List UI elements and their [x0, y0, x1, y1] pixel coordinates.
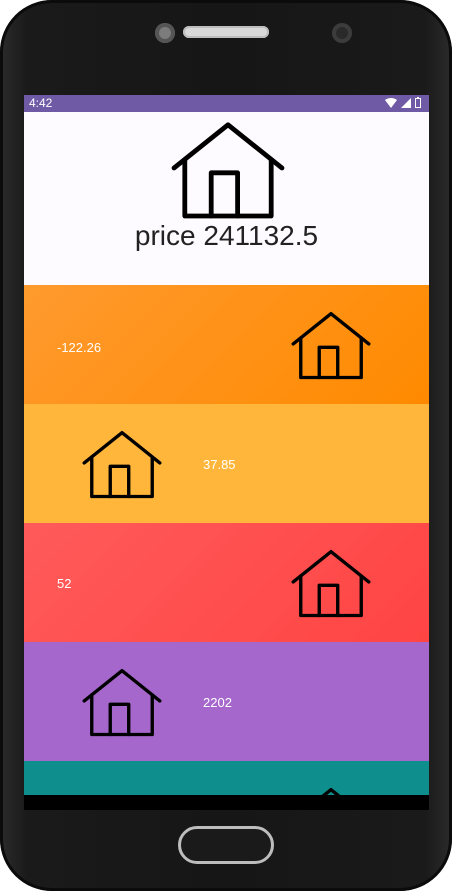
navigation-bar [24, 795, 429, 810]
home-button[interactable] [178, 826, 274, 864]
phone-frame: 4:42 price 241132.5 -122.26 37.85 52 220… [0, 0, 452, 891]
battery-icon [415, 97, 421, 108]
status-time: 4:42 [29, 96, 53, 110]
status-icons [385, 97, 421, 108]
status-bar: 4:42 [24, 95, 429, 112]
earpiece-speaker [183, 26, 269, 38]
house-icon [82, 668, 162, 737]
list-item[interactable]: 52 [24, 523, 429, 642]
house-icon [291, 311, 371, 380]
list-item[interactable]: 2202 [24, 642, 429, 761]
signal-icon [401, 97, 411, 108]
item-value: -122.26 [57, 340, 102, 355]
item-value: 52 [57, 576, 72, 591]
list-item[interactable]: 37.85 [24, 404, 429, 523]
front-camera [332, 23, 352, 43]
house-icon [171, 122, 285, 219]
screen: 4:42 price 241132.5 -122.26 37.85 52 220… [24, 95, 429, 810]
item-value: 37.85 [203, 457, 236, 472]
proximity-sensor [155, 23, 175, 43]
price-label: price 241132.5 [134, 220, 319, 251]
item-value: 2202 [203, 695, 232, 710]
house-icon [291, 549, 371, 618]
list-item[interactable]: -122.26 [24, 285, 429, 404]
house-icon [82, 430, 162, 499]
price-header: price 241132.5 [24, 112, 429, 285]
wifi-icon [385, 97, 397, 108]
